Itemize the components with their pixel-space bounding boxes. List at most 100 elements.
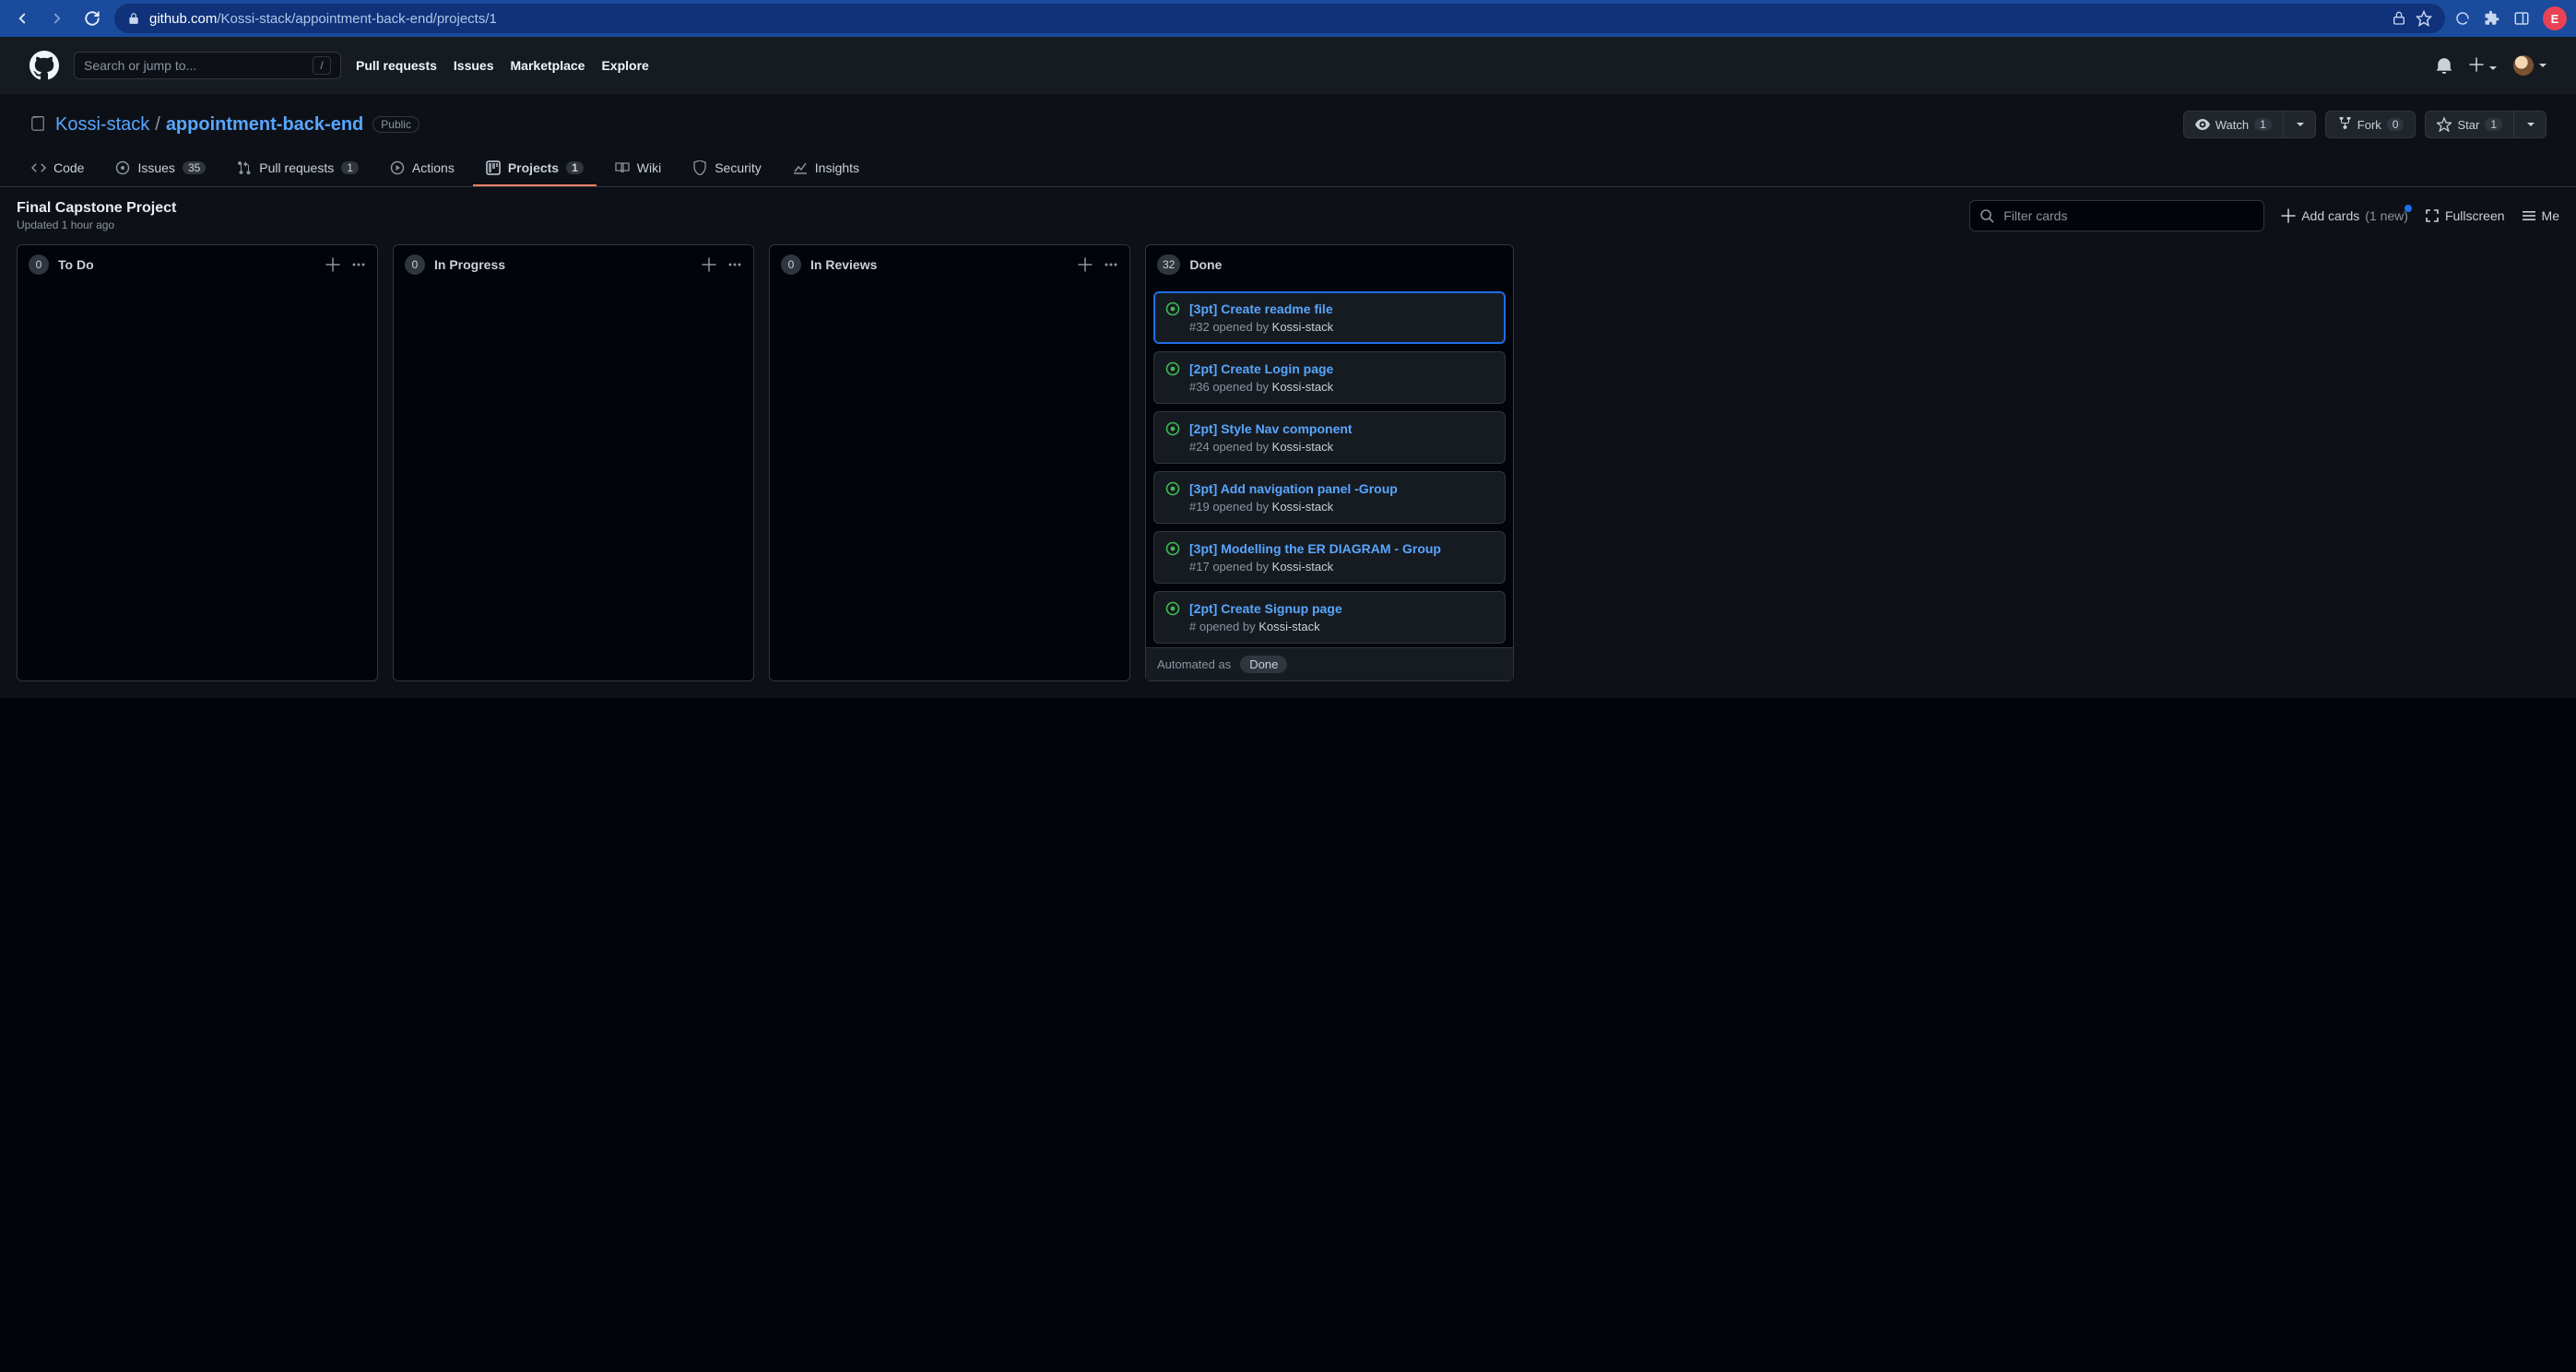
column-title: Done bbox=[1189, 257, 1222, 272]
nav-explore[interactable]: Explore bbox=[601, 58, 648, 73]
add-card-icon[interactable] bbox=[702, 257, 716, 272]
column-menu-icon[interactable] bbox=[1104, 257, 1118, 272]
repo-owner-link[interactable]: Kossi-stack bbox=[55, 114, 149, 136]
issue-card[interactable]: [3pt] Add navigation panel -Group #19 op… bbox=[1153, 471, 1506, 524]
url-text: github.com/Kossi-stack/appointment-back-… bbox=[149, 11, 497, 27]
column-todo: 0 To Do bbox=[17, 244, 378, 681]
chevron-down-icon bbox=[2527, 123, 2535, 126]
filter-cards-input[interactable]: Filter cards bbox=[1969, 200, 2264, 231]
tab-code[interactable]: Code bbox=[18, 151, 97, 186]
star-button[interactable]: Star 1 bbox=[2425, 111, 2546, 138]
card-subtitle: #17 opened by Kossi-stack bbox=[1189, 560, 1494, 574]
open-issue-icon bbox=[1165, 481, 1180, 514]
menu-button[interactable]: Me bbox=[2522, 208, 2559, 223]
pulls-count: 1 bbox=[341, 161, 359, 174]
add-cards-button[interactable]: Add cards(1 new) bbox=[2281, 208, 2408, 223]
issue-card[interactable]: [3pt] Create readme file #32 opened by K… bbox=[1153, 291, 1506, 344]
card-issue-number: #19 bbox=[1189, 500, 1212, 514]
nav-issues[interactable]: Issues bbox=[454, 58, 494, 73]
tab-security[interactable]: Security bbox=[679, 151, 774, 186]
issue-card[interactable]: [2pt] Create Signup page # opened by Kos… bbox=[1153, 591, 1506, 644]
user-menu[interactable] bbox=[2513, 55, 2546, 76]
global-nav: Pull requests Issues Marketplace Explore bbox=[356, 58, 649, 73]
card-author: Kossi-stack bbox=[1272, 320, 1333, 334]
fork-button[interactable]: Fork 0 bbox=[2325, 111, 2416, 138]
eye-icon bbox=[2195, 117, 2210, 132]
lock-icon bbox=[127, 12, 140, 25]
extensions-icon[interactable] bbox=[2484, 10, 2500, 27]
card-opened-by: opened by bbox=[1199, 620, 1258, 633]
tab-pulls[interactable]: Pull requests 1 bbox=[224, 151, 372, 186]
column-menu-icon[interactable] bbox=[727, 257, 742, 272]
card-title: [3pt] Create readme file bbox=[1189, 302, 1494, 316]
watch-count: 1 bbox=[2254, 118, 2272, 131]
chevron-down-icon bbox=[2297, 123, 2304, 126]
repo-name-link[interactable]: appointment-back-end bbox=[166, 114, 363, 136]
forward-button[interactable] bbox=[44, 6, 70, 31]
star-icon bbox=[2437, 117, 2452, 132]
column-done: 32 Done [3pt] Create readme file #32 ope… bbox=[1145, 244, 1514, 681]
issue-card[interactable]: [3pt] Modelling the ER DIAGRAM - Group #… bbox=[1153, 531, 1506, 584]
fullscreen-button[interactable]: Fullscreen bbox=[2425, 208, 2505, 223]
column-menu-icon[interactable] bbox=[351, 257, 366, 272]
column-title: To Do bbox=[58, 257, 94, 272]
card-author: Kossi-stack bbox=[1272, 560, 1333, 574]
panel-icon[interactable] bbox=[2513, 10, 2530, 27]
column-in-progress: 0 In Progress bbox=[393, 244, 754, 681]
card-subtitle: #32 opened by Kossi-stack bbox=[1189, 320, 1494, 334]
repo-tabs: Code Issues 35 Pull requests 1 Actions P… bbox=[0, 151, 2576, 187]
tab-issues[interactable]: Issues 35 bbox=[102, 151, 219, 186]
projects-count: 1 bbox=[566, 161, 584, 174]
card-issue-number: #17 bbox=[1189, 560, 1212, 574]
star-count: 1 bbox=[2485, 118, 2502, 131]
card-title: [2pt] Create Login page bbox=[1189, 361, 1494, 376]
tab-projects[interactable]: Projects 1 bbox=[473, 151, 597, 186]
share-icon[interactable] bbox=[2392, 11, 2406, 26]
star-label: Star bbox=[2457, 118, 2479, 132]
path-separator: / bbox=[155, 114, 160, 136]
column-title: In Progress bbox=[434, 257, 505, 272]
watch-label: Watch bbox=[2216, 118, 2249, 132]
automation-banner: Automated as Done bbox=[1146, 647, 1513, 680]
column-count: 0 bbox=[405, 254, 425, 275]
menu-icon bbox=[2522, 208, 2536, 223]
watch-button[interactable]: Watch 1 bbox=[2183, 111, 2316, 138]
reload-button[interactable] bbox=[79, 6, 105, 31]
sync-icon[interactable] bbox=[2454, 10, 2471, 27]
nav-marketplace[interactable]: Marketplace bbox=[511, 58, 585, 73]
column-count: 32 bbox=[1157, 254, 1180, 275]
issue-card[interactable]: [2pt] Style Nav component #24 opened by … bbox=[1153, 411, 1506, 464]
profile-avatar[interactable]: E bbox=[2543, 6, 2567, 30]
tab-wiki[interactable]: Wiki bbox=[602, 151, 674, 186]
add-card-icon[interactable] bbox=[1078, 257, 1093, 272]
issue-card[interactable]: [2pt] Create Login page #36 opened by Ko… bbox=[1153, 351, 1506, 404]
repo-head: Kossi-stack / appointment-back-end Publi… bbox=[0, 94, 2576, 138]
tab-insights[interactable]: Insights bbox=[780, 151, 872, 186]
bookmark-star-icon[interactable] bbox=[2416, 10, 2432, 27]
card-issue-number: #32 bbox=[1189, 320, 1212, 334]
filter-placeholder: Filter cards bbox=[2003, 208, 2067, 223]
column-in-reviews: 0 In Reviews bbox=[769, 244, 1130, 681]
open-issue-icon bbox=[1165, 302, 1180, 334]
browser-chrome: github.com/Kossi-stack/appointment-back-… bbox=[0, 0, 2576, 37]
open-issue-icon bbox=[1165, 541, 1180, 574]
github-logo-icon[interactable] bbox=[30, 51, 59, 80]
tab-actions[interactable]: Actions bbox=[377, 151, 467, 186]
back-button[interactable] bbox=[9, 6, 35, 31]
automated-label: Automated as bbox=[1157, 657, 1231, 671]
visibility-badge: Public bbox=[372, 116, 419, 133]
fork-icon bbox=[2337, 117, 2352, 132]
notifications-icon[interactable] bbox=[2436, 57, 2452, 74]
new-dot-indicator bbox=[2405, 205, 2412, 212]
card-opened-by: opened by bbox=[1212, 500, 1271, 514]
project-updated: Updated 1 hour ago bbox=[17, 219, 176, 231]
card-author: Kossi-stack bbox=[1272, 380, 1333, 394]
project-title: Final Capstone Project bbox=[17, 200, 176, 217]
search-placeholder: Search or jump to... bbox=[84, 58, 196, 73]
add-card-icon[interactable] bbox=[325, 257, 340, 272]
search-input[interactable]: Search or jump to... / bbox=[74, 52, 341, 79]
url-bar[interactable]: github.com/Kossi-stack/appointment-back-… bbox=[114, 4, 2445, 33]
card-subtitle: #19 opened by Kossi-stack bbox=[1189, 500, 1494, 514]
nav-pulls[interactable]: Pull requests bbox=[356, 58, 437, 73]
create-menu[interactable] bbox=[2469, 57, 2497, 75]
